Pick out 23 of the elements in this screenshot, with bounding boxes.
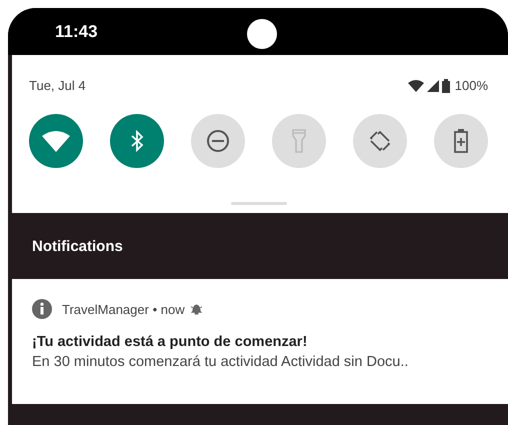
cell-signal-icon xyxy=(426,80,439,92)
bell-icon xyxy=(190,304,202,314)
wifi-icon xyxy=(42,130,70,152)
app-name: TravelManager • now xyxy=(62,302,185,316)
notification-title: ¡Tu actividad está a punto de comenzar! xyxy=(32,334,308,350)
battery-icon xyxy=(442,78,450,92)
wifi-signal-icon xyxy=(408,80,424,92)
date-text: Tue, Jul 4 xyxy=(29,78,86,93)
camera-cutout xyxy=(247,19,277,49)
notifications-heading: Notifications xyxy=(32,238,123,254)
quick-setting-tile[interactable] xyxy=(110,114,164,168)
minus-circle-icon xyxy=(206,129,230,153)
info-icon xyxy=(32,299,52,319)
notification-card[interactable]: TravelManager • now ¡Tu actividad está a punto de comenzar! En 30 minutos comenzará tu actividad Actividad sin Docu.. xyxy=(12,279,508,404)
notification-body: En 30 minutos comenzará tu actividad Actividad sin Docu.. xyxy=(32,354,410,370)
battery-percent: 100% xyxy=(454,78,488,93)
drag-handle[interactable] xyxy=(230,202,286,205)
flashlight-icon xyxy=(292,129,306,153)
rotate-icon xyxy=(368,129,392,153)
quick-setting-tile[interactable] xyxy=(29,114,83,168)
clock-time: 11:43 xyxy=(55,22,98,42)
bluetooth-icon xyxy=(130,130,144,152)
battery-plus-icon xyxy=(454,129,468,153)
